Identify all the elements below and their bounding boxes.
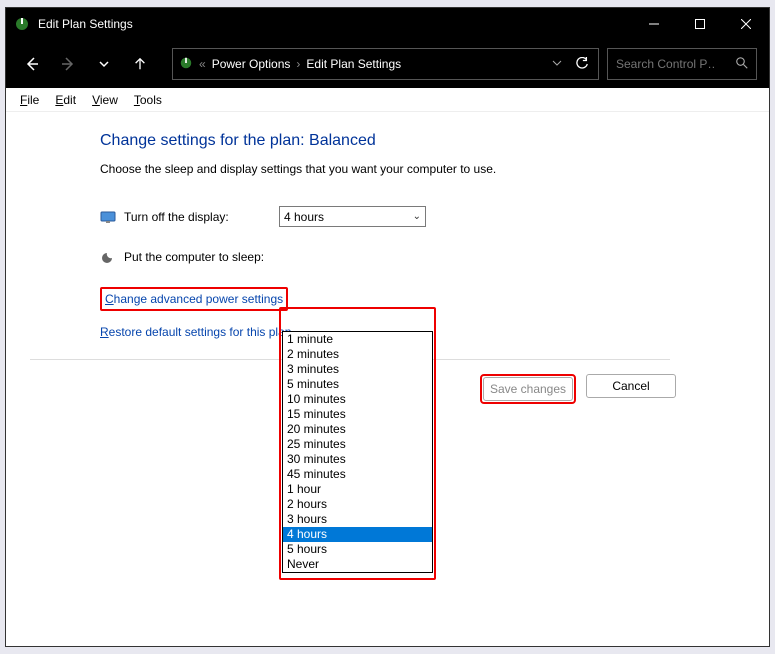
app-icon bbox=[14, 16, 30, 32]
dropdown-option[interactable]: 5 minutes bbox=[283, 377, 432, 392]
dropdown-option[interactable]: 30 minutes bbox=[283, 452, 432, 467]
dropdown-option[interactable]: 20 minutes bbox=[283, 422, 432, 437]
minimize-button[interactable] bbox=[631, 8, 677, 40]
dropdown-option[interactable]: 2 minutes bbox=[283, 347, 432, 362]
display-dropdown[interactable]: 4 hours ⌄ bbox=[279, 206, 426, 227]
maximize-button[interactable] bbox=[677, 8, 723, 40]
search-icon[interactable] bbox=[736, 57, 748, 72]
setting-row-sleep: Put the computer to sleep: bbox=[100, 249, 769, 265]
sleep-icon bbox=[100, 249, 116, 265]
dropdown-option[interactable]: 25 minutes bbox=[283, 437, 432, 452]
page-heading: Change settings for the plan: Balanced bbox=[100, 132, 769, 150]
app-icon-small bbox=[179, 56, 193, 73]
menu-view[interactable]: View bbox=[84, 91, 126, 109]
chevron-right-icon: › bbox=[296, 57, 300, 71]
dropdown-option[interactable]: 45 minutes bbox=[283, 467, 432, 482]
dropdown-list[interactable]: 1 minute2 minutes3 minutes5 minutes10 mi… bbox=[282, 331, 433, 573]
highlight-box: Save changes bbox=[480, 374, 576, 404]
window-frame: Edit Plan Settings bbox=[5, 7, 770, 647]
dropdown-option[interactable]: 1 hour bbox=[283, 482, 432, 497]
breadcrumb-item[interactable]: Edit Plan Settings bbox=[306, 57, 401, 71]
dropdown-option[interactable]: 3 hours bbox=[283, 512, 432, 527]
menu-file[interactable]: File bbox=[12, 91, 47, 109]
dropdown-option[interactable]: 1 minute bbox=[283, 332, 432, 347]
display-icon bbox=[100, 209, 116, 225]
advanced-link[interactable]: Change advanced power settings bbox=[105, 292, 283, 306]
content-area: Change settings for the plan: Balanced C… bbox=[6, 112, 769, 646]
breadcrumb-prefix: « bbox=[199, 57, 206, 71]
dropdown-option[interactable]: 10 minutes bbox=[283, 392, 432, 407]
search-input[interactable] bbox=[616, 57, 716, 71]
dropdown-option[interactable]: 2 hours bbox=[283, 497, 432, 512]
chevron-down-icon[interactable] bbox=[552, 57, 562, 71]
menu-tools[interactable]: Tools bbox=[126, 91, 170, 109]
nav-bar: « Power Options › Edit Plan Settings bbox=[6, 40, 769, 88]
dropdown-option[interactable]: Never bbox=[283, 557, 432, 572]
dropdown-option[interactable]: 4 hours bbox=[283, 527, 432, 542]
address-bar[interactable]: « Power Options › Edit Plan Settings bbox=[172, 48, 599, 80]
dropdown-option[interactable]: 15 minutes bbox=[283, 407, 432, 422]
display-label: Turn off the display: bbox=[124, 210, 279, 224]
close-button[interactable] bbox=[723, 8, 769, 40]
sleep-label: Put the computer to sleep: bbox=[124, 250, 279, 264]
menu-edit[interactable]: Edit bbox=[47, 91, 84, 109]
dropdown-option[interactable]: 3 minutes bbox=[283, 362, 432, 377]
menu-bar: File Edit View Tools bbox=[6, 88, 769, 112]
cancel-button[interactable]: Cancel bbox=[586, 374, 676, 398]
recent-dropdown-icon[interactable] bbox=[90, 50, 118, 78]
setting-row-display: Turn off the display: 4 hours ⌄ bbox=[100, 206, 769, 227]
chevron-down-icon: ⌄ bbox=[413, 211, 421, 222]
page-subtext: Choose the sleep and display settings th… bbox=[100, 162, 769, 176]
refresh-button[interactable] bbox=[572, 54, 592, 74]
title-bar: Edit Plan Settings bbox=[6, 8, 769, 40]
dropdown-value: 4 hours bbox=[284, 210, 324, 224]
up-button[interactable] bbox=[126, 50, 154, 78]
highlight-box: Change advanced power settings bbox=[100, 287, 288, 311]
button-row: Save changes Cancel bbox=[480, 374, 769, 404]
back-button[interactable] bbox=[18, 50, 46, 78]
search-box[interactable] bbox=[607, 48, 757, 80]
breadcrumb-item[interactable]: Power Options bbox=[212, 57, 291, 71]
window-title: Edit Plan Settings bbox=[38, 17, 631, 31]
save-button[interactable]: Save changes bbox=[483, 377, 573, 401]
dropdown-option[interactable]: 5 hours bbox=[283, 542, 432, 557]
forward-button[interactable] bbox=[54, 50, 82, 78]
restore-link[interactable]: Restore default settings for this plan bbox=[100, 325, 291, 339]
